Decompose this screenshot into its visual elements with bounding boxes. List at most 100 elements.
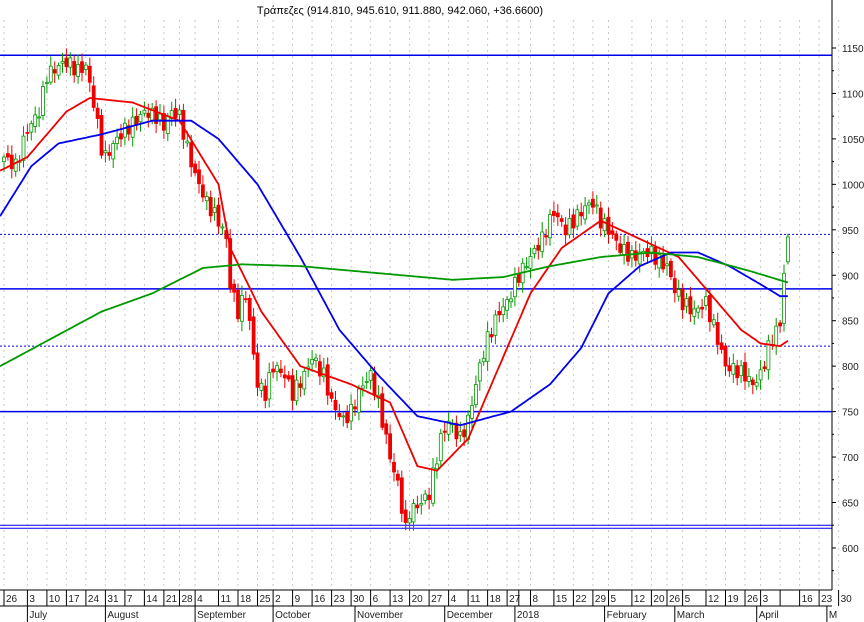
candle-up — [434, 463, 439, 470]
candle-up — [239, 295, 244, 322]
candle-down — [735, 365, 740, 379]
candle-down — [680, 289, 685, 311]
y-tick-label: 1050 — [842, 135, 864, 146]
candle-up — [477, 362, 482, 382]
candle-down — [415, 504, 420, 509]
candle-down — [427, 494, 432, 500]
candle-up — [368, 370, 373, 381]
candle-up — [356, 388, 361, 413]
candle-down — [232, 283, 237, 293]
candle-down — [325, 364, 330, 396]
candle-down — [345, 411, 350, 424]
x-tick-label: 8 — [533, 594, 539, 605]
candle-down — [64, 57, 69, 68]
candle-up — [68, 57, 73, 68]
chart-container: Τράπεζες (914.810, 945.610, 911.880, 942… — [0, 0, 864, 622]
x-tick-label: 16 — [802, 594, 814, 605]
x-tick-label: 30 — [353, 594, 365, 605]
candle-up — [142, 109, 147, 114]
candlestick-chart: Τράπεζες (914.810, 945.610, 911.880, 942… — [0, 0, 864, 622]
y-tick-label: 850 — [842, 317, 859, 328]
candle-up — [676, 289, 681, 297]
candle-down — [263, 385, 268, 401]
candle-up — [692, 308, 697, 317]
candle-up — [259, 382, 264, 391]
candle-down — [161, 113, 166, 131]
candle-up — [758, 369, 763, 381]
x-tick-label: 30 — [841, 594, 853, 605]
x-tick-label: 25 — [260, 594, 272, 605]
candle-down — [80, 61, 84, 73]
candle-up — [622, 244, 626, 256]
candle-down — [52, 69, 57, 74]
candle-down — [282, 374, 287, 379]
candle-down — [762, 366, 767, 369]
x-tick-label: 3 — [763, 594, 769, 605]
candle-up — [774, 325, 779, 347]
month-label: February — [607, 610, 647, 621]
candle-down — [536, 245, 541, 251]
candle-up — [158, 113, 162, 121]
y-tick-label: 650 — [842, 499, 859, 510]
x-tick-label: 7 — [127, 594, 133, 605]
month-label: October — [275, 610, 311, 621]
candle-down — [372, 373, 377, 396]
candle-down — [727, 365, 732, 372]
candle-down — [392, 461, 396, 473]
candle-down — [462, 429, 467, 438]
candle-up — [739, 365, 743, 376]
candle-down — [200, 184, 205, 198]
candle-down — [669, 260, 673, 278]
candle-down — [633, 250, 638, 261]
candle-up — [704, 296, 708, 306]
candle-up — [204, 196, 209, 202]
month-label: March — [677, 610, 705, 621]
x-tick-label: 27 — [431, 594, 443, 605]
candle-up — [583, 205, 587, 220]
x-tick-label: 18 — [240, 594, 252, 605]
month-label: December — [447, 610, 494, 621]
x-tick-label: 4 — [451, 594, 457, 605]
candle-down — [672, 278, 677, 294]
candle-up — [786, 236, 790, 263]
candle-up — [505, 299, 510, 311]
candle-up — [528, 256, 533, 269]
month-label: August — [107, 610, 138, 621]
x-tick-label: 3 — [29, 594, 35, 605]
candle-down — [197, 169, 201, 185]
x-tick-label: 22 — [575, 594, 587, 605]
candle-down — [688, 296, 693, 315]
candle-up — [185, 140, 190, 144]
candle-up — [177, 109, 182, 115]
x-tick-label: 15 — [556, 594, 568, 605]
candle-down — [555, 212, 560, 218]
candle-down — [579, 211, 584, 217]
candle-down — [247, 297, 252, 321]
candle-down — [618, 243, 623, 253]
candle-down — [544, 235, 548, 238]
candle-down — [216, 204, 221, 227]
candle-down — [497, 310, 502, 316]
x-tick-label: 23 — [334, 594, 346, 605]
candle-down — [173, 108, 178, 119]
candle-up — [684, 298, 689, 307]
month-label: M — [829, 610, 837, 621]
x-tick-label: 13 — [392, 594, 404, 605]
candle-up — [696, 307, 701, 313]
x-tick-label: 2 — [275, 594, 281, 605]
candle-up — [470, 405, 474, 419]
y-tick-label: 600 — [842, 544, 859, 555]
x-tick-label: 19 — [728, 594, 740, 605]
y-tick-label: 950 — [842, 226, 859, 237]
candle-down — [653, 247, 658, 265]
x-tick-label: 16 — [314, 594, 326, 605]
candle-down — [25, 132, 30, 134]
candle-down — [750, 379, 755, 386]
candle-down — [91, 85, 96, 108]
candle-up — [711, 319, 716, 326]
x-tick-label: 12 — [708, 594, 720, 605]
candle-up — [48, 65, 53, 83]
x-tick-label: 29 — [595, 594, 607, 605]
candle-up — [111, 143, 116, 160]
y-axis: 600 650 700 750 800 850 900 950 1000 1050 1100 1150 — [831, 0, 864, 590]
